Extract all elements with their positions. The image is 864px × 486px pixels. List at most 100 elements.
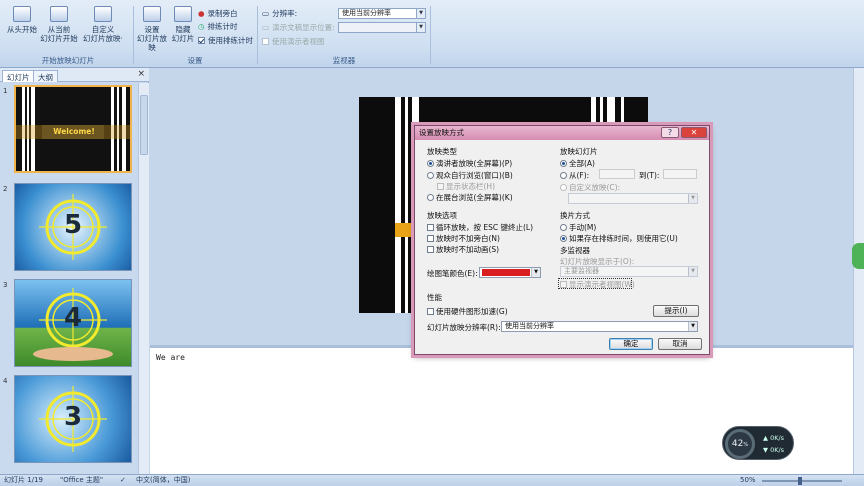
zoom-slider-thumb[interactable] [798, 477, 802, 485]
countdown-digit: 4 [63, 303, 83, 333]
monitor-dropdown[interactable]: 主要监视器 ▼ [560, 266, 698, 277]
slide-thumbnail-1[interactable]: Welcome! [14, 85, 132, 173]
side-tab-button[interactable] [852, 243, 864, 269]
checkbox-icon [560, 281, 567, 288]
tips-button[interactable]: 提示(I) [653, 305, 699, 317]
tab-slides[interactable]: 幻灯片 [2, 70, 35, 82]
rehearse-timings-button[interactable]: ◷ 排练计时 [198, 21, 238, 32]
status-bar: 幻灯片 1/19 "Office 主题" ✓ 中文(简体，中国) 50% [0, 474, 864, 486]
advance-heading: 换片方式 [560, 211, 590, 220]
slide-thumbnail-2[interactable]: 5 [14, 183, 132, 271]
group-divider [133, 6, 134, 64]
checkbox-icon [198, 37, 205, 44]
chevron-down-icon: ▼ [531, 268, 540, 277]
thumbnail-scrollbar[interactable] [138, 83, 149, 474]
slide-number: 4 [3, 377, 8, 385]
to-input[interactable] [663, 169, 697, 179]
presenter-radio[interactable]: 演讲者放映(全屏幕)(P) [427, 158, 512, 169]
record-narration-button[interactable]: ● 录制旁白 [198, 8, 238, 19]
checkbox-icon [427, 224, 434, 231]
notes-text: We are [156, 353, 185, 362]
slide-number: 3 [3, 281, 8, 289]
radio-icon [427, 172, 434, 179]
presenter-view-checkbox[interactable]: 显示演示者视图(W) [560, 279, 635, 290]
from-input[interactable] [599, 169, 635, 179]
main-scrollbar[interactable] [853, 68, 864, 474]
setup-slideshow-button[interactable]: 设置 幻灯片放映 [136, 6, 168, 52]
chevron-down-icon: ▼ [416, 9, 425, 18]
zoom-level[interactable]: 50% [740, 475, 756, 486]
setup-icon [143, 6, 161, 22]
loop-checkbox[interactable]: 循环放映，按 ESC 键终止(L) [427, 222, 533, 233]
radio-icon [427, 194, 434, 201]
all-slides-radio[interactable]: 全部(A) [560, 158, 595, 169]
scrollbar-thumb[interactable] [140, 95, 148, 155]
no-animation-checkbox[interactable]: 放映时不加动画(S) [427, 244, 499, 255]
pen-color-label: 绘图笔颜色(E): [427, 269, 478, 278]
chevron-down-icon: ▼ [688, 322, 697, 331]
custom-show-radio[interactable]: 自定义放映(C): [560, 182, 620, 193]
show-resolution-dropdown[interactable]: 使用当前分辨率 ▼ [501, 321, 698, 332]
slide-thumbnail-3[interactable]: 4 [14, 279, 132, 367]
tab-outline[interactable]: 大纲 [33, 70, 58, 82]
pane-tabs: 幻灯片 大纲 × [0, 68, 149, 82]
zoom-slider[interactable] [762, 480, 842, 482]
cancel-button[interactable]: 取消 [658, 338, 702, 350]
setup-group-label: 设置 [187, 56, 203, 65]
hardware-accel-checkbox[interactable]: 使用硬件图形加速(G) [427, 306, 508, 317]
resolution-dropdown[interactable]: 使用当前分辨率 ▼ [338, 8, 426, 19]
spellcheck-icon: ✓ [120, 476, 126, 484]
show-slides-heading: 放映幻灯片 [560, 147, 598, 156]
use-timings-checkbox[interactable]: 使用排练计时 [198, 35, 253, 46]
close-button[interactable]: ✕ [681, 127, 707, 138]
radio-icon [560, 184, 567, 191]
window-radio[interactable]: 观众自行浏览(窗口)(B) [427, 170, 513, 181]
close-icon[interactable]: × [137, 69, 145, 79]
performance-heading: 性能 [427, 293, 442, 302]
checkbox-icon [437, 183, 444, 190]
slide-number: 1 [3, 87, 8, 95]
monitor-group-label: 监视器 [332, 56, 356, 65]
no-narration-checkbox[interactable]: 放映时不加旁白(N) [427, 233, 500, 244]
resolution-label: 幻灯片放映分辨率(R): [427, 323, 501, 332]
slide-counter: 幻灯片 1/19 [4, 476, 43, 484]
custom-slideshow-button[interactable]: 自定义 幻灯片放映· [80, 6, 126, 43]
slide-thumbnail-4[interactable]: 3 [14, 375, 132, 463]
cpu-percent: 42% [725, 429, 755, 459]
hide-slide-icon [174, 6, 192, 22]
clock-icon: ◷ [198, 22, 205, 31]
pen-color-picker[interactable]: ▼ [479, 267, 541, 278]
network-speed-widget: 42% ▲ 0K/s ▼ 0K/s [722, 426, 794, 460]
monitor-icon: ▭ [262, 9, 270, 18]
checkbox-icon [427, 235, 434, 242]
kiosk-radio[interactable]: 在展台浏览(全屏幕)(K) [427, 192, 513, 203]
color-swatch [482, 269, 530, 276]
show-type-heading: 放映类型 [427, 147, 457, 156]
radio-icon [427, 160, 434, 167]
welcome-text: Welcome! [53, 127, 95, 136]
from-beginning-button[interactable]: 从头开始 [6, 6, 38, 34]
from-current-slide-button[interactable]: 从当前 幻灯片开始 [38, 6, 80, 43]
countdown-digit: 5 [63, 210, 83, 240]
group-divider [430, 6, 431, 64]
help-button[interactable]: ? [661, 127, 679, 138]
hide-slide-button[interactable]: 隐藏 幻灯片 [170, 6, 196, 43]
group-divider [257, 6, 258, 64]
custom-show-dropdown[interactable]: ▼ [568, 193, 698, 204]
checkbox-icon [427, 246, 434, 253]
show-on-dropdown[interactable]: ▼ [338, 22, 426, 33]
ok-button[interactable]: 确定 [609, 338, 653, 350]
chevron-down-icon: ▼ [688, 194, 697, 203]
microphone-icon: ● [198, 9, 205, 18]
from-radio[interactable]: 从(F): [560, 170, 589, 181]
use-timings-radio[interactable]: 如果存在排练时间，则使用它(U) [560, 233, 678, 244]
start-group-label: 开始放映幻灯片 [41, 56, 95, 65]
countdown-digit: 3 [63, 402, 83, 432]
theme-name: "Office 主题" [60, 476, 104, 484]
show-scrollbar-checkbox[interactable]: 显示状态栏(H) [437, 181, 495, 192]
presenter-view-checkbox[interactable]: 使用演示者视图 [262, 36, 325, 47]
slideshow-play-icon [13, 6, 31, 22]
slideshow-current-icon [50, 6, 68, 22]
radio-icon [560, 235, 567, 242]
manual-radio[interactable]: 手动(M) [560, 222, 596, 233]
